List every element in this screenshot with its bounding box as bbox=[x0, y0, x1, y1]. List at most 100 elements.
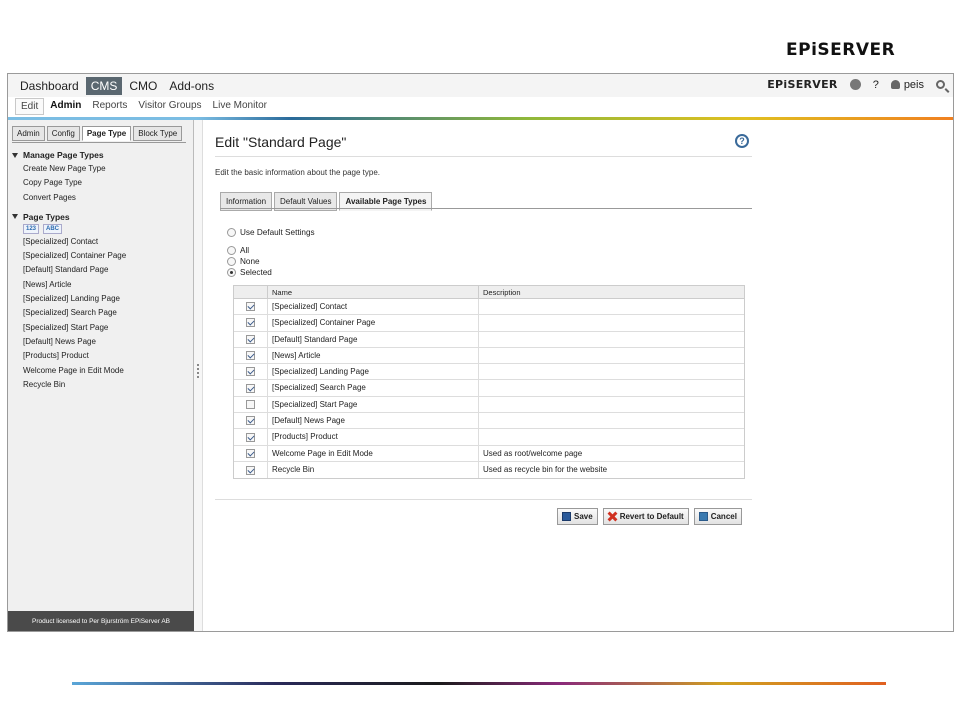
row-description bbox=[479, 397, 744, 412]
search-icon[interactable] bbox=[936, 80, 945, 89]
row-checkbox[interactable] bbox=[246, 318, 255, 328]
sort-alpha-button[interactable]: ABC bbox=[43, 224, 63, 235]
tab-block-type[interactable]: Block Type bbox=[133, 126, 183, 141]
user-name: peis bbox=[903, 78, 924, 91]
link-convert-pages[interactable]: Convert Pages bbox=[12, 191, 190, 205]
row-checkbox[interactable] bbox=[246, 351, 255, 361]
table-row: [Products] Product bbox=[234, 429, 744, 446]
row-checkbox[interactable] bbox=[246, 367, 255, 377]
nav-add-ons[interactable]: Add-ons bbox=[164, 77, 219, 95]
page-type-link[interactable]: [Products] Product bbox=[12, 349, 190, 363]
tab-config[interactable]: Config bbox=[46, 126, 80, 141]
row-check-cell bbox=[234, 299, 268, 315]
row-checkbox[interactable] bbox=[246, 334, 255, 344]
row-name: [Default] Standard Page bbox=[268, 331, 479, 347]
collapse-triangle-icon bbox=[12, 152, 18, 158]
option-selected[interactable]: Selected bbox=[227, 268, 272, 277]
license-footer: Product licensed to Per Bjurström EPiSer… bbox=[8, 611, 194, 631]
nav-cms[interactable]: CMS bbox=[85, 77, 123, 95]
table-row: Recycle Bin Used as recycle bin for the w… bbox=[234, 461, 744, 479]
tab-divider bbox=[12, 142, 186, 143]
row-checkbox[interactable] bbox=[246, 302, 255, 312]
page-type-link[interactable]: [Specialized] Landing Page bbox=[12, 292, 190, 306]
subnav-reports[interactable]: Reports bbox=[87, 98, 132, 115]
page-types-group[interactable]: Page Types bbox=[12, 210, 190, 224]
manage-page-types-group[interactable]: Manage Page Types bbox=[12, 148, 190, 162]
splitter-grip-icon bbox=[197, 364, 199, 378]
radio-none[interactable] bbox=[227, 257, 236, 266]
grid-body: [Specialized] Contact [Specialized] Conta… bbox=[234, 299, 744, 479]
group-title: Manage Page Types bbox=[23, 150, 104, 160]
radio-label: All bbox=[240, 246, 250, 255]
row-name: [Specialized] Landing Page bbox=[268, 364, 479, 380]
page-type-link[interactable]: [Default] News Page bbox=[12, 335, 190, 349]
option-all[interactable]: All bbox=[227, 246, 249, 255]
row-checkbox[interactable] bbox=[246, 399, 255, 409]
page-type-link[interactable]: Welcome Page in Edit Mode bbox=[12, 364, 190, 378]
row-check-cell bbox=[234, 396, 268, 413]
save-label: Save bbox=[574, 512, 593, 521]
row-check-cell bbox=[234, 347, 268, 364]
nav-cmo[interactable]: CMO bbox=[124, 77, 162, 95]
sort-numeric-button[interactable]: 123 bbox=[23, 224, 40, 235]
subnav-admin[interactable]: Admin bbox=[45, 98, 86, 115]
row-checkbox[interactable] bbox=[246, 448, 255, 458]
row-check-cell bbox=[234, 429, 268, 445]
page-type-link[interactable]: [Specialized] Contact bbox=[12, 235, 190, 249]
subnav-edit[interactable]: Edit bbox=[15, 98, 45, 115]
row-description bbox=[479, 315, 744, 330]
page-types-grid: Name Description [Specialized] Contact [S… bbox=[233, 285, 745, 480]
page-type-link[interactable]: Recycle Bin bbox=[12, 378, 190, 392]
nav-dashboard[interactable]: Dashboard bbox=[15, 77, 84, 95]
row-check-cell bbox=[234, 445, 268, 461]
slide-gradient-line bbox=[72, 682, 886, 685]
page-type-link[interactable]: [News] Article bbox=[12, 278, 190, 292]
row-checkbox[interactable] bbox=[246, 465, 255, 475]
sort-controls: 123 ABC bbox=[12, 224, 190, 235]
cancel-button[interactable]: Cancel bbox=[693, 508, 742, 525]
header-name[interactable]: Name bbox=[268, 286, 479, 298]
table-row: [Specialized] Landing Page bbox=[234, 364, 744, 381]
link-copy-page-type[interactable]: Copy Page Type bbox=[12, 176, 190, 190]
row-checkbox[interactable] bbox=[246, 416, 255, 426]
row-description bbox=[479, 364, 744, 379]
row-name: [Specialized] Container Page bbox=[268, 315, 479, 331]
row-checkbox[interactable] bbox=[246, 432, 255, 442]
episerver-logo: EPiSERVER bbox=[786, 40, 896, 60]
sub-nav-bar: Edit Admin Reports Visitor Groups Live M… bbox=[8, 97, 953, 117]
row-description bbox=[479, 429, 744, 444]
row-name: [Specialized] Start Page bbox=[268, 396, 479, 413]
subnav-visitor-groups[interactable]: Visitor Groups bbox=[133, 98, 206, 115]
save-button[interactable]: Save bbox=[557, 508, 598, 525]
row-check-cell bbox=[234, 380, 268, 396]
radio-selected[interactable] bbox=[227, 268, 236, 277]
page-type-link[interactable]: [Specialized] Start Page bbox=[12, 321, 190, 335]
pane-splitter[interactable] bbox=[194, 120, 203, 631]
row-description: Used as root/welcome page bbox=[483, 448, 583, 458]
option-use-default[interactable]: Use Default Settings bbox=[227, 228, 315, 237]
page-type-link[interactable]: [Specialized] Search Page bbox=[12, 306, 190, 320]
page-type-link[interactable]: [Specialized] Container Page bbox=[12, 249, 190, 263]
radio-all[interactable] bbox=[227, 246, 236, 255]
link-create-page-type[interactable]: Create New Page Type bbox=[12, 162, 190, 176]
user-menu[interactable]: peis bbox=[890, 78, 924, 91]
page-description: Edit the basic information about the pag… bbox=[215, 168, 380, 177]
header-description[interactable]: Description bbox=[479, 286, 521, 298]
collapse-triangle-icon bbox=[12, 214, 18, 220]
revert-to-default-button[interactable]: Revert to Default bbox=[602, 508, 689, 525]
row-checkbox[interactable] bbox=[246, 383, 255, 393]
globe-icon[interactable] bbox=[849, 79, 861, 90]
row-name: Welcome Page in Edit Mode bbox=[268, 445, 479, 461]
row-check-cell bbox=[234, 315, 268, 331]
tab-admin[interactable]: Admin bbox=[12, 126, 45, 141]
radio-use-default[interactable] bbox=[227, 228, 236, 237]
help-link[interactable]: ? bbox=[873, 79, 879, 91]
page-type-link[interactable]: [Default] Standard Page bbox=[12, 263, 190, 277]
radio-label: None bbox=[240, 257, 260, 266]
help-icon[interactable]: ? bbox=[735, 134, 749, 148]
row-check-cell bbox=[234, 413, 268, 429]
option-none[interactable]: None bbox=[227, 257, 260, 266]
subnav-live-monitor[interactable]: Live Monitor bbox=[208, 98, 272, 115]
tab-page-type[interactable]: Page Type bbox=[81, 126, 132, 141]
row-name: Recycle Bin bbox=[268, 461, 479, 479]
